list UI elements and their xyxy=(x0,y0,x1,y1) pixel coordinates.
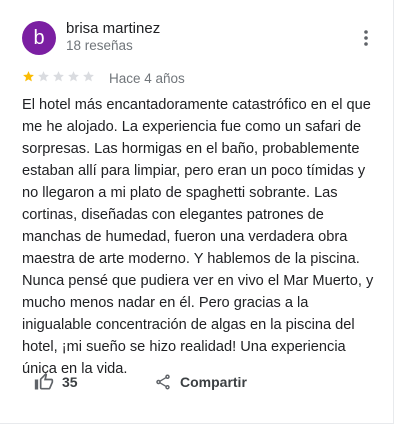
author-name[interactable]: brisa martinez xyxy=(66,20,160,37)
author-review-count: 18 reseñas xyxy=(66,38,133,53)
share-icon xyxy=(156,374,170,390)
star-empty-icon xyxy=(38,71,49,82)
star-rating xyxy=(22,70,95,83)
star-empty-icon xyxy=(53,71,64,82)
star-empty-icon xyxy=(83,71,94,82)
like-button[interactable]: 35 xyxy=(34,370,78,394)
star-empty-icon xyxy=(68,71,79,82)
avatar[interactable]: b xyxy=(22,21,56,55)
thumb-up-icon xyxy=(34,372,54,390)
share-label: Compartir xyxy=(180,374,247,390)
review-card: b brisa martinez 18 reseñas Hace 4 años … xyxy=(0,0,394,424)
share-button[interactable]: Compartir xyxy=(154,370,247,394)
more-vert-icon xyxy=(364,30,368,46)
more-options-button[interactable] xyxy=(356,26,376,50)
like-count: 35 xyxy=(62,374,78,390)
review-time: Hace 4 años xyxy=(109,71,185,86)
review-text: El hotel más encantadoramente catastrófi… xyxy=(22,97,374,377)
star-filled-icon xyxy=(23,71,34,82)
